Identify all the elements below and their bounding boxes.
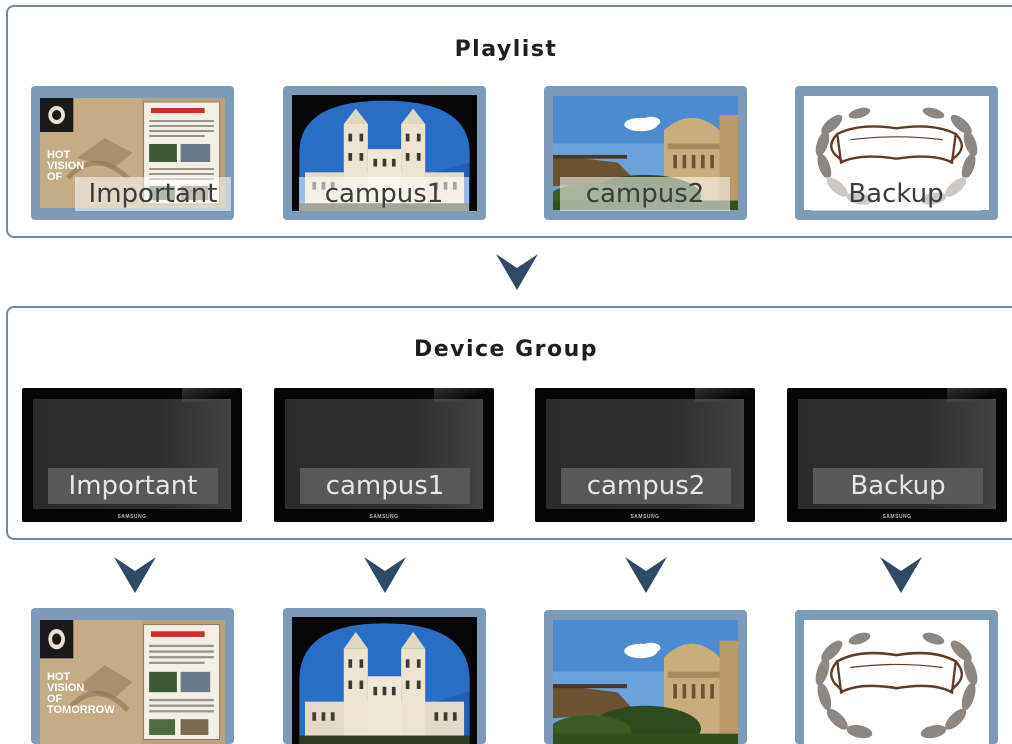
- device-display-campus2[interactable]: campus2 SAMSUNG: [535, 388, 755, 522]
- device-label: Backup: [813, 468, 983, 504]
- output-content-campus2[interactable]: [544, 610, 747, 744]
- screen-glare: [434, 388, 494, 402]
- playlist-item-label: campus1: [299, 177, 469, 211]
- screen-glare: [695, 388, 755, 402]
- playlist-item-label: Important: [75, 177, 231, 211]
- output-content-important[interactable]: HOT VISION OF TOMORROW: [31, 608, 234, 744]
- down-chevron-arrow-icon: [364, 557, 406, 593]
- device-label: campus1: [300, 468, 470, 504]
- down-chevron-arrow-icon: [496, 254, 538, 290]
- output-content-campus1[interactable]: [283, 608, 486, 744]
- laurel-emblem-image: [804, 620, 989, 744]
- device-display-backup[interactable]: Backup SAMSUNG: [787, 388, 1007, 522]
- device-brand-logo: SAMSUNG: [882, 514, 912, 520]
- playlist-item-label: Backup: [811, 177, 981, 211]
- device-group-title: Device Group: [413, 337, 599, 362]
- playlist-item-campus2[interactable]: campus2: [544, 86, 747, 220]
- device-label: campus2: [561, 468, 731, 504]
- output-content-backup[interactable]: [795, 610, 998, 744]
- poster-text-block: HOT VISION OF TOMORROW: [47, 672, 115, 716]
- rotunda-photo: [553, 620, 738, 744]
- device-display-important[interactable]: Important SAMSUNG: [22, 388, 242, 522]
- college-photo: [292, 617, 477, 744]
- device-label: Important: [48, 468, 218, 504]
- screen-glare: [947, 388, 1007, 402]
- playlist-item-campus1[interactable]: campus1: [283, 86, 486, 220]
- playlist-item-label: campus2: [560, 177, 730, 211]
- device-brand-logo: SAMSUNG: [117, 514, 147, 520]
- device-brand-logo: SAMSUNG: [369, 514, 399, 520]
- playlist-item-important[interactable]: HOT VISION OF Important: [31, 86, 234, 220]
- down-chevron-arrow-icon: [625, 557, 667, 593]
- poster-text-tomorrow: TOMORROW: [47, 704, 115, 716]
- screen-glare: [182, 388, 242, 402]
- down-chevron-arrow-icon: [114, 557, 156, 593]
- device-display-campus1[interactable]: campus1 SAMSUNG: [274, 388, 494, 522]
- playlist-item-backup[interactable]: Backup: [795, 86, 998, 220]
- playlist-title: Playlist: [454, 37, 558, 62]
- device-brand-logo: SAMSUNG: [630, 514, 660, 520]
- down-chevron-arrow-icon: [880, 557, 922, 593]
